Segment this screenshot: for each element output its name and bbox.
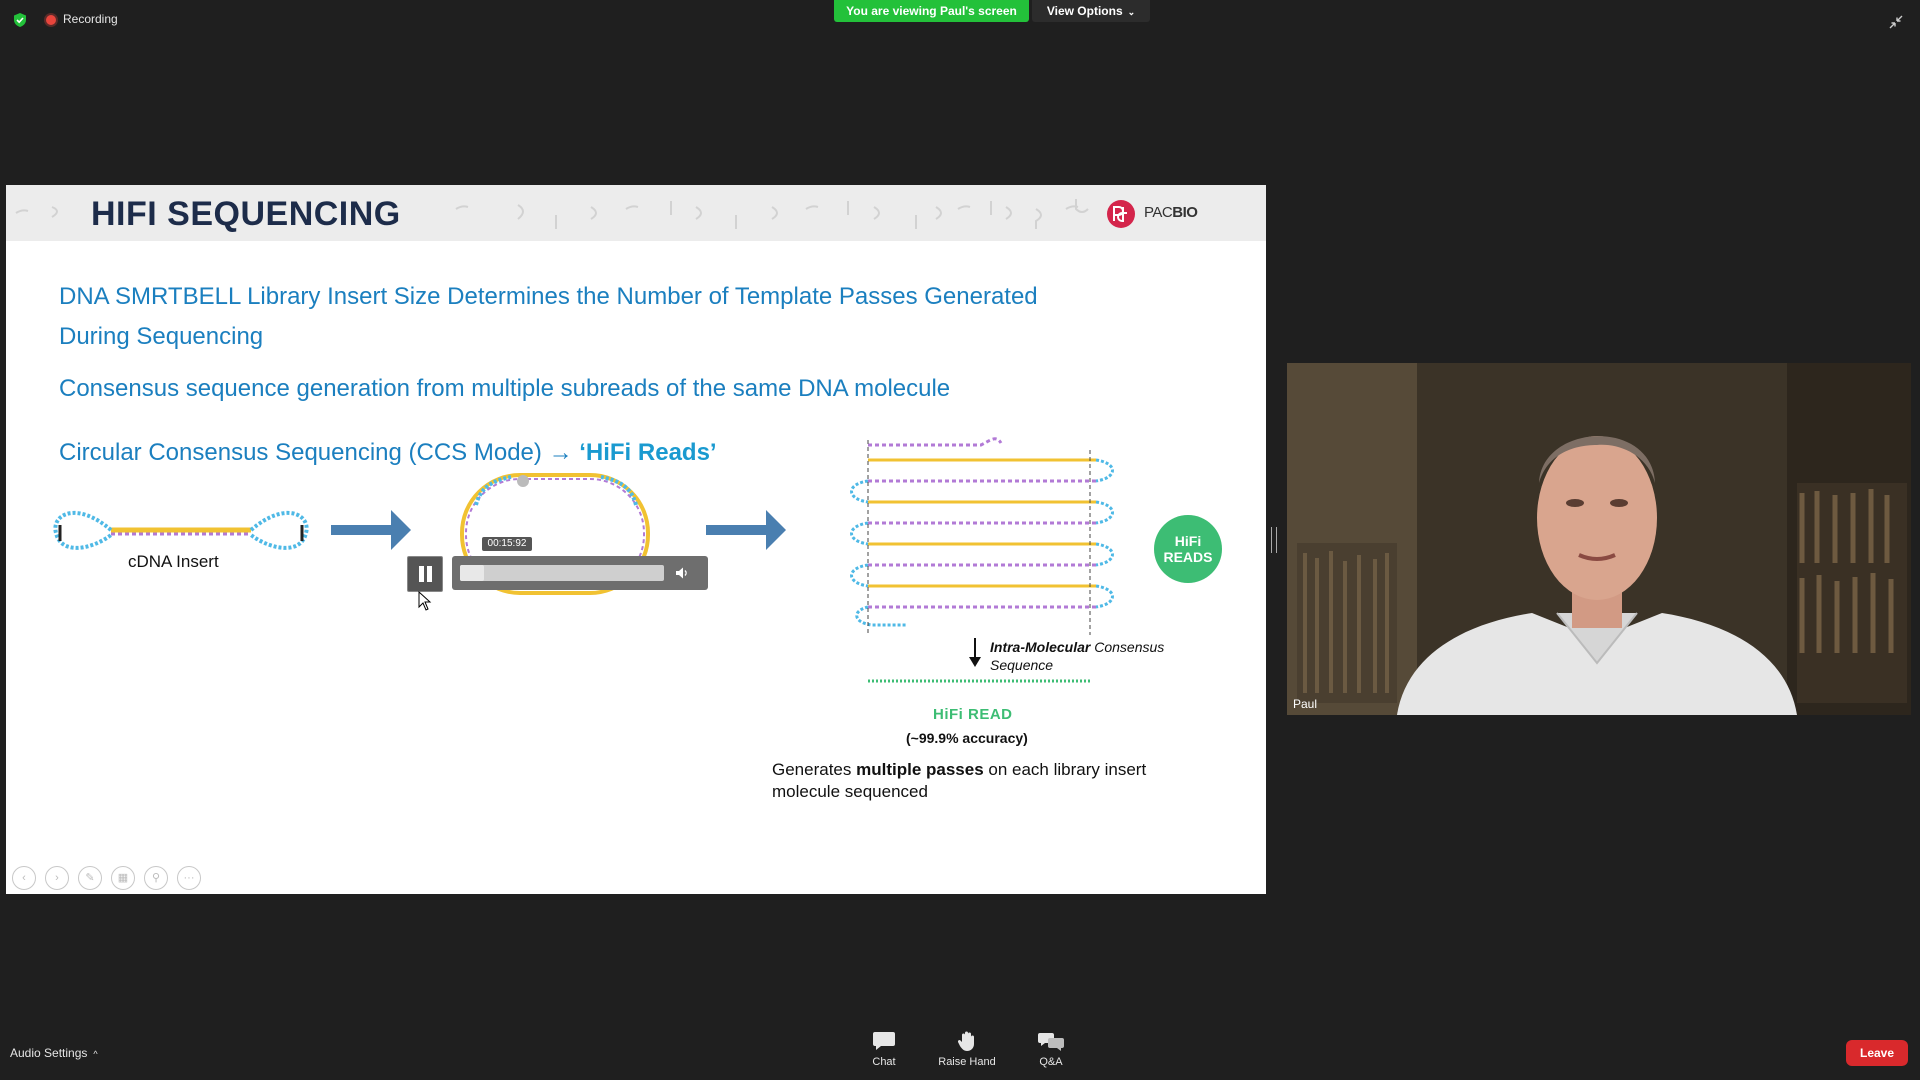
raise-hand-label: Raise Hand [938, 1056, 996, 1068]
audio-settings-button[interactable]: Audio Settings ^ [10, 1046, 98, 1060]
passes-caption: Generates multiple passes on each librar… [772, 760, 1147, 801]
cdna-insert-label: cDNA Insert [128, 552, 219, 571]
arrow-right-icon [331, 510, 411, 550]
leave-button[interactable]: Leave [1846, 1040, 1908, 1066]
participant-name: Paul [1293, 697, 1318, 711]
hifi-reads-badge: HiFi READS [1154, 515, 1222, 583]
view-options-button[interactable]: View Options ⌄ [1032, 0, 1150, 22]
shared-screen: HIFI SEQUENCING PACBIO DNA SMRTBELL Libr… [6, 185, 1266, 894]
video-player-controls [452, 556, 708, 590]
consensus-label: Intra-Molecular Consensus Sequence [990, 639, 1165, 673]
raise-hand-button[interactable]: Raise Hand [932, 1030, 1002, 1068]
view-options-label: View Options [1046, 4, 1123, 18]
slide-controls: ‹ › ✎ ▦ ⚲ ··· [12, 866, 210, 890]
participant-video: Paul [1287, 363, 1911, 715]
accuracy-label: (~99.9% accuracy) [906, 730, 1028, 746]
chevron-down-icon: ⌄ [1127, 7, 1136, 17]
video-time-tooltip: 00:15:92 [482, 537, 532, 551]
seek-bar[interactable] [460, 565, 664, 581]
slides-grid-icon[interactable]: ▦ [111, 866, 135, 890]
previous-slide-icon[interactable]: ‹ [12, 866, 36, 890]
panel-splitter[interactable] [1271, 527, 1277, 553]
pause-button[interactable] [407, 556, 443, 592]
seek-progress[interactable] [460, 565, 484, 581]
zoom-icon[interactable]: ⚲ [144, 866, 168, 890]
recording-label: Recording [63, 12, 118, 26]
recording-icon [46, 15, 56, 25]
volume-icon[interactable] [674, 565, 690, 581]
raise-hand-icon [957, 1031, 974, 1051]
pen-icon[interactable]: ✎ [78, 866, 102, 890]
qa-label: Q&A [1039, 1056, 1063, 1068]
audio-settings-label: Audio Settings [10, 1046, 88, 1060]
hifi-read-label: HiFi READ [933, 706, 1013, 723]
chat-icon [873, 1032, 895, 1050]
participant-video-image [1287, 363, 1911, 715]
chat-button[interactable]: Chat [849, 1030, 919, 1068]
exit-fullscreen-icon[interactable] [1888, 14, 1904, 30]
shield-icon[interactable] [12, 12, 28, 28]
arrow-right-icon [706, 510, 786, 550]
cdna-insert-diagram [53, 510, 309, 550]
next-slide-icon[interactable]: › [45, 866, 69, 890]
chevron-up-icon: ^ [93, 1049, 98, 1059]
chat-label: Chat [872, 1056, 896, 1068]
qa-button[interactable]: Q&A [1016, 1030, 1086, 1068]
qa-icon [1038, 1033, 1064, 1051]
viewing-banner: You are viewing Paul's screen [834, 0, 1029, 22]
cursor-icon [418, 591, 432, 611]
more-icon[interactable]: ··· [177, 866, 201, 890]
